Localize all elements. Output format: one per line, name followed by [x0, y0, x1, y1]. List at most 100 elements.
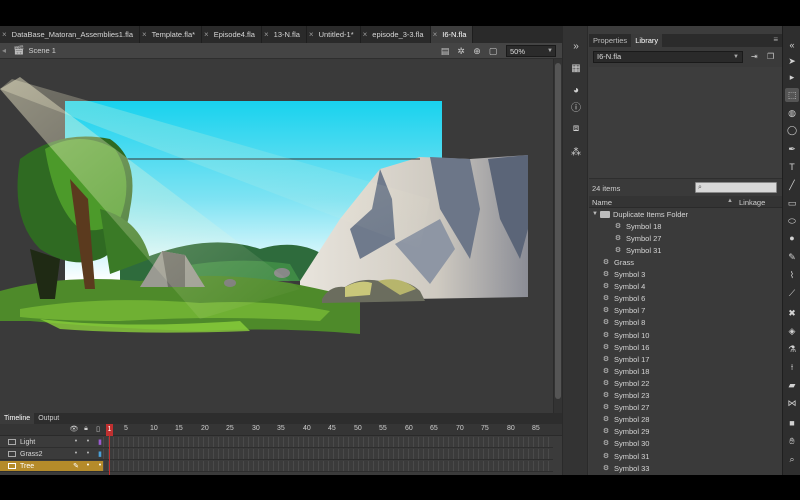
library-item[interactable]: ⚙ Symbol 7	[601, 305, 645, 317]
text-tool-icon[interactable]: T	[785, 160, 799, 174]
tab-timeline[interactable]: Timeline	[0, 413, 35, 424]
stage-area[interactable]	[0, 59, 553, 429]
edit-scene-icon[interactable]: ▤	[438, 44, 452, 58]
eyedropper-tool-icon[interactable]: ⟊	[785, 360, 799, 374]
library-item[interactable]: ⚙ Symbol 30	[601, 438, 650, 450]
playhead-line[interactable]	[109, 436, 110, 475]
library-item[interactable]: ⚙ Symbol 4	[601, 281, 645, 293]
library-search-input[interactable]: ⌕	[695, 182, 777, 193]
library-document-select[interactable]: I6-N.fla ▼	[593, 51, 743, 63]
pencil-icon[interactable]: ✎	[70, 462, 82, 470]
edit-symbols-icon[interactable]: ✲	[454, 44, 468, 58]
close-icon[interactable]: ×	[433, 30, 438, 39]
oval-tool-icon[interactable]: ⬭	[785, 214, 799, 228]
back-arrow-icon[interactable]: ◂	[0, 46, 10, 55]
panel-menu-icon[interactable]: ≡	[773, 35, 778, 44]
ink-bottle-tool-icon[interactable]: ⚗	[785, 342, 799, 356]
library-item[interactable]: ⚙ Symbol 27	[601, 402, 650, 414]
tab-untitled-1[interactable]: × Untitled-1*	[307, 26, 361, 43]
library-item[interactable]: ⚙ Symbol 18	[601, 365, 650, 377]
pen-tool-icon[interactable]: ✒	[785, 142, 799, 156]
layer-row-grass2[interactable]: Grass2 • • ▮	[0, 449, 103, 460]
expand-icon[interactable]: «	[785, 38, 799, 52]
library-item[interactable]: ⚙ Symbol 18	[613, 220, 662, 232]
visibility-dot[interactable]: •	[82, 462, 94, 470]
lasso-tool-icon[interactable]: ◯	[785, 123, 799, 137]
library-item[interactable]: ⚙ Symbol 8	[601, 317, 645, 329]
scroll-thumb[interactable]	[555, 63, 561, 399]
scene-label[interactable]: Scene 1	[28, 46, 56, 55]
library-item[interactable]: ⚙ Symbol 31	[601, 450, 650, 462]
tab-output[interactable]: Output	[34, 413, 63, 424]
layer-frames[interactable]	[103, 461, 553, 472]
close-icon[interactable]: ×	[309, 30, 314, 39]
tab-template[interactable]: × Template.fla*	[140, 26, 203, 43]
stage-vertical-scrollbar[interactable]	[553, 59, 562, 431]
library-item[interactable]: ⚙ Symbol 27	[613, 232, 662, 244]
library-item[interactable]: ⚙ Symbol 6	[601, 293, 645, 305]
library-item[interactable]: ⚙ Symbol 16	[601, 341, 650, 353]
close-icon[interactable]: ×	[142, 30, 147, 39]
tab-13-n[interactable]: × 13-N.fla	[262, 26, 307, 43]
library-item[interactable]: ⚙ Symbol 10	[601, 329, 650, 341]
paint-bucket-tool-icon[interactable]: ◈	[785, 324, 799, 338]
tab-database-matoran[interactable]: × DataBase_Matoran_Assemblies1.fla	[0, 26, 140, 43]
library-item[interactable]: ⚙ Symbol 22	[601, 377, 650, 389]
library-item[interactable]: ⚙Symbol 35	[601, 474, 649, 475]
zoom-tool-icon[interactable]: ⌕	[785, 452, 799, 466]
layer-row-light[interactable]: Light • • ▮	[0, 437, 103, 448]
rectangle-tool-icon[interactable]: ▭	[785, 196, 799, 210]
line-tool-icon[interactable]: ╱	[785, 178, 799, 192]
selection-tool-icon[interactable]: ➤	[785, 54, 799, 68]
bone-tool-icon[interactable]: ✖	[785, 306, 799, 320]
collapse-icon[interactable]: »	[569, 40, 583, 54]
width-tool-icon[interactable]: ⋈	[785, 396, 799, 410]
library-item[interactable]: ⚙ Symbol 23	[601, 390, 650, 402]
subselection-tool-icon[interactable]: ▸	[785, 70, 799, 84]
library-item[interactable]: ⚙ Symbol 33	[601, 462, 650, 474]
layer-row-tree[interactable]: Tree ✎ • •	[0, 461, 103, 472]
brush-tool-icon[interactable]: ⌇	[785, 268, 799, 282]
close-icon[interactable]: ×	[2, 30, 7, 39]
3d-rotation-tool-icon[interactable]: ◍	[785, 106, 799, 120]
motion-presets-icon[interactable]: ⁂	[569, 146, 583, 160]
close-icon[interactable]: ×	[363, 30, 368, 39]
clip-content-icon[interactable]: ▢	[486, 44, 500, 58]
polystar-tool-icon[interactable]: ●	[785, 231, 799, 245]
tab-episode-3-3[interactable]: × episode_3-3.fla	[361, 26, 431, 43]
hand-tool-icon[interactable]: ✋︎	[785, 434, 799, 448]
tab-properties[interactable]: Properties	[589, 34, 631, 47]
column-linkage[interactable]: Linkage	[739, 198, 765, 207]
tab-episode4[interactable]: × Episode4.fla	[202, 26, 262, 43]
tab-i6-n[interactable]: × I6-N.fla	[430, 26, 474, 43]
lock-icon[interactable]: 🔒︎	[80, 425, 92, 433]
paintbrush-tool-icon[interactable]: ⟋	[785, 286, 799, 300]
library-item[interactable]: ⚙ Symbol 29	[601, 426, 650, 438]
lock-dot[interactable]: •	[82, 438, 94, 446]
frame-ruler[interactable]: 5 10 15 20 25 30 35 40 45 50 55 60 65 70…	[103, 424, 553, 436]
sort-up-icon[interactable]: ▲	[727, 198, 733, 204]
lock-dot[interactable]: •	[82, 450, 94, 458]
pin-library-icon[interactable]: ⇥	[751, 52, 758, 61]
align-panel-icon[interactable]: ⧈	[569, 122, 583, 136]
camera-tool-icon[interactable]: ■	[785, 416, 799, 430]
library-item[interactable]: ⚙ Symbol 17	[601, 353, 650, 365]
eraser-tool-icon[interactable]: ▰	[785, 378, 799, 392]
library-item[interactable]: ⚙ Symbol 28	[601, 414, 650, 426]
layer-frames[interactable]	[103, 449, 553, 460]
library-item[interactable]: ⚙ Symbol 31	[613, 244, 662, 256]
library-item[interactable]: ⚙ Grass	[601, 256, 634, 268]
info-panel-icon[interactable]: ⓘ	[569, 102, 583, 116]
library-item[interactable]: ⚙ Symbol 3	[601, 269, 645, 281]
column-name[interactable]: Name	[592, 198, 612, 207]
library-panel-icon[interactable]: ▦	[569, 62, 583, 76]
library-folder[interactable]: ▼ Duplicate Items Folder	[592, 208, 688, 220]
expand-triangle-icon[interactable]: ▼	[592, 211, 600, 217]
tab-library[interactable]: Library	[631, 34, 663, 47]
zoom-select[interactable]: 50% ▼	[506, 45, 556, 57]
layer-frames[interactable]	[103, 437, 553, 448]
close-icon[interactable]: ×	[264, 30, 269, 39]
visibility-dot[interactable]: •	[70, 438, 82, 446]
eye-icon[interactable]: 👁︎	[68, 425, 80, 433]
color-panel-icon[interactable]: ◕	[569, 84, 583, 98]
